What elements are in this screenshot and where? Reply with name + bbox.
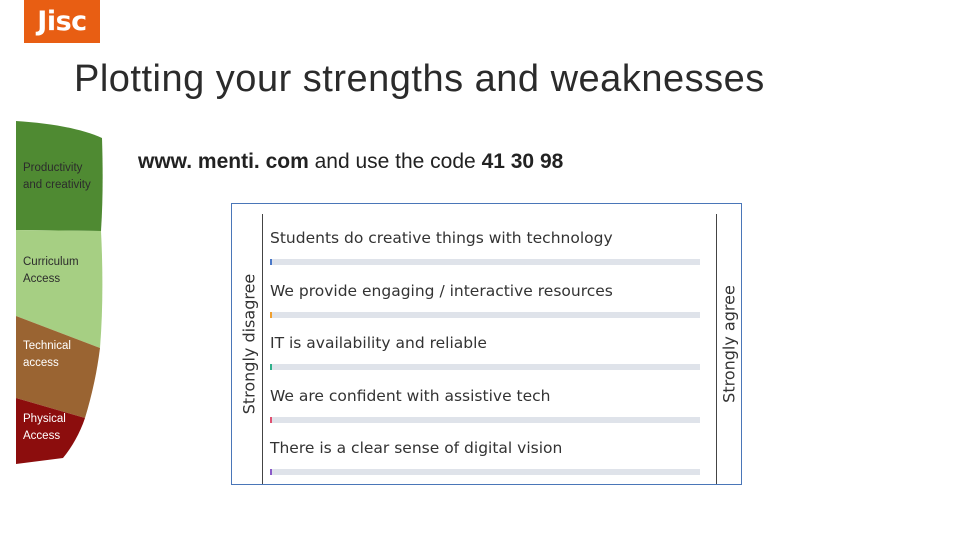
statement-scale-bar	[270, 312, 700, 318]
menti-instruction: www. menti. com and use the code 41 30 9…	[138, 150, 563, 174]
statement-text: Students do creative things with technol…	[270, 229, 613, 247]
statement-marker	[270, 259, 272, 265]
ladder-graphic	[16, 121, 103, 464]
statement-scale-bar	[270, 417, 700, 423]
scale-right-label: Strongly agree	[719, 285, 739, 403]
poll-statement: There is a clear sense of digital vision	[270, 438, 700, 475]
ladder-label-curriculum: Curriculum Access	[23, 256, 79, 286]
ladder-diagram: Productivity and creativity Curriculum A…	[0, 0, 110, 470]
ladder-label-physical: Physical Access	[23, 413, 66, 443]
statement-text: We provide engaging / interactive resour…	[270, 282, 613, 300]
statement-marker	[270, 312, 272, 318]
poll-statement: Students do creative things with technol…	[270, 228, 700, 265]
poll-left-axis	[262, 214, 263, 484]
statement-marker	[270, 469, 272, 475]
statement-text: There is a clear sense of digital vision	[270, 439, 563, 457]
statement-marker	[270, 364, 272, 370]
statement-scale-bar	[270, 259, 700, 265]
statement-text: IT is availability and reliable	[270, 334, 487, 352]
ladder-label-productivity: Productivity and creativity	[23, 162, 91, 192]
poll-statement: We are confident with assistive tech	[270, 386, 700, 423]
statement-scale-bar	[270, 469, 700, 475]
poll-statement: IT is availability and reliable	[270, 333, 700, 370]
poll-panel: Strongly disagree Strongly agree Student…	[231, 203, 742, 485]
menti-code: 41 30 98	[481, 150, 564, 173]
scale-left-label: Strongly disagree	[239, 273, 259, 415]
instruction-middle: and use the code	[308, 150, 482, 173]
statement-text: We are confident with assistive tech	[270, 387, 551, 405]
poll-right-axis	[716, 214, 717, 484]
menti-url: www. menti. com	[138, 150, 309, 173]
statement-scale-bar	[270, 364, 700, 370]
statement-marker	[270, 417, 272, 423]
slide-title: Plotting your strengths and weaknesses	[74, 58, 765, 100]
ladder-label-technical: Technical access	[23, 340, 71, 370]
poll-statement: We provide engaging / interactive resour…	[270, 281, 700, 318]
